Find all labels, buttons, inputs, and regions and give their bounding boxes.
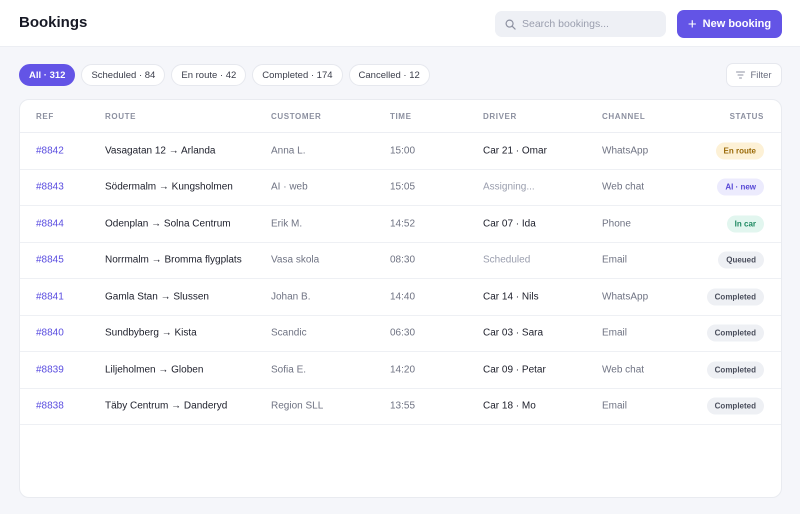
table-header: REF ROUTE CUSTOMER TIME DRIVER CHANNEL S… [20,100,781,133]
table-row[interactable]: #8841 Gamla Stan → Slussen Johan B. 14:4… [20,279,781,316]
search-box[interactable] [495,11,666,37]
col-driver[interactable]: DRIVER [483,112,517,121]
customer: Vasa skola [271,254,320,266]
route: Gamla Stan → Slussen [105,291,209,303]
chip-cancelled[interactable]: Cancelled · 12 [348,64,430,86]
col-ref[interactable]: REF [36,112,54,121]
channel: Email [602,327,628,339]
route: Norrmalm → Bromma flygplats [105,254,242,266]
customer: AI · web [271,181,308,193]
new-booking-label: New booking [702,18,772,30]
route: Södermalm → Kungsholmen [105,181,233,193]
new-booking-button[interactable]: + New booking [677,10,782,38]
table-row[interactable]: #8838 Täby Centrum → Danderyd Region SLL… [20,389,781,425]
route: Liljeholmen → Globen [105,364,204,376]
filter-label: Filter [750,69,772,81]
booking-ref[interactable]: #8842 [36,145,64,156]
time: 14:52 [390,218,416,230]
status-badge: AI · new [717,178,764,196]
col-route[interactable]: ROUTE [105,112,136,121]
time: 13:55 [390,400,416,412]
booking-ref[interactable]: #8840 [36,328,64,339]
bookings-table: REF ROUTE CUSTOMER TIME DRIVER CHANNEL S… [19,99,782,498]
status-badge: Completed [706,288,764,306]
top-bar: Bookings + New booking [0,0,800,47]
driver: Scheduled [483,254,531,266]
status-filter-chips: All · 312 Scheduled · 84 En route · 42 C… [19,64,430,86]
customer: Johan B. [271,291,311,303]
booking-ref[interactable]: #8841 [36,291,64,302]
channel: WhatsApp [602,291,649,303]
time: 15:00 [390,145,416,157]
booking-ref[interactable]: #8843 [36,182,64,193]
table-row[interactable]: #8842 Vasagatan 12 → Arlanda Anna L. 15:… [20,133,781,170]
channel: WhatsApp [602,145,649,157]
status-badge: Queued [718,251,764,269]
table-row[interactable]: #8843 Södermalm → Kungsholmen AI · web 1… [20,170,781,206]
chip-completed[interactable]: Completed · 174 [252,64,343,86]
filter-icon [736,71,746,79]
booking-ref[interactable]: #8844 [36,218,64,229]
channel: Web chat [602,181,645,193]
customer: Erik M. [271,218,303,230]
time: 06:30 [390,327,416,339]
status-badge: Completed [706,397,764,415]
col-customer[interactable]: CUSTOMER [271,112,321,121]
customer: Sofia E. [271,364,307,376]
filter-button[interactable]: Filter [726,63,782,87]
col-time[interactable]: TIME [390,112,412,121]
route: Sundbyberg → Kista [105,327,197,339]
driver: Assigning... [483,181,535,193]
channel: Phone [602,218,631,230]
customer: Scandic [271,327,307,339]
route: Täby Centrum → Danderyd [105,400,228,412]
status-badge: En route [715,142,764,160]
page-title: Bookings [19,14,88,31]
chip-all[interactable]: All · 312 [19,64,76,86]
customer: Region SLL [271,400,324,412]
search-icon [505,19,516,30]
time: 14:20 [390,364,416,376]
chip-scheduled[interactable]: Scheduled · 84 [81,64,166,86]
col-status[interactable]: STATUS [730,112,764,121]
route: Odenplan → Solna Centrum [105,218,231,230]
channel: Web chat [602,364,645,376]
driver: Car 14 · Nils [483,291,539,303]
booking-ref[interactable]: #8838 [36,401,64,412]
customer: Anna L. [271,145,306,157]
plus-icon: + [687,15,697,33]
status-badge: Completed [706,324,764,342]
driver: Car 09 · Petar [483,364,546,376]
table-row[interactable]: #8845 Norrmalm → Bromma flygplats Vasa s… [20,243,781,279]
driver: Car 18 · Mo [483,400,536,412]
channel: Email [602,254,628,266]
route: Vasagatan 12 → Arlanda [105,145,216,157]
driver: Car 03 · Sara [483,327,544,339]
time: 15:05 [390,181,416,193]
driver: Car 07 · Ida [483,218,536,230]
booking-ref[interactable]: #8839 [36,364,64,375]
channel: Email [602,400,628,412]
table-row[interactable]: #8839 Liljeholmen → Globen Sofia E. 14:2… [20,352,781,389]
status-badge: In car [726,215,764,233]
table-row[interactable]: #8844 Odenplan → Solna Centrum Erik M. 1… [20,206,781,243]
driver: Car 21 · Omar [483,145,547,157]
time: 08:30 [390,254,416,266]
col-channel[interactable]: CHANNEL [602,112,645,121]
table-row[interactable]: #8840 Sundbyberg → Kista Scandic 06:30 C… [20,316,781,352]
search-input[interactable] [522,18,652,30]
status-badge: Completed [706,361,764,379]
booking-ref[interactable]: #8845 [36,255,64,266]
chip-en-route[interactable]: En route · 42 [171,64,247,86]
time: 14:40 [390,291,416,303]
